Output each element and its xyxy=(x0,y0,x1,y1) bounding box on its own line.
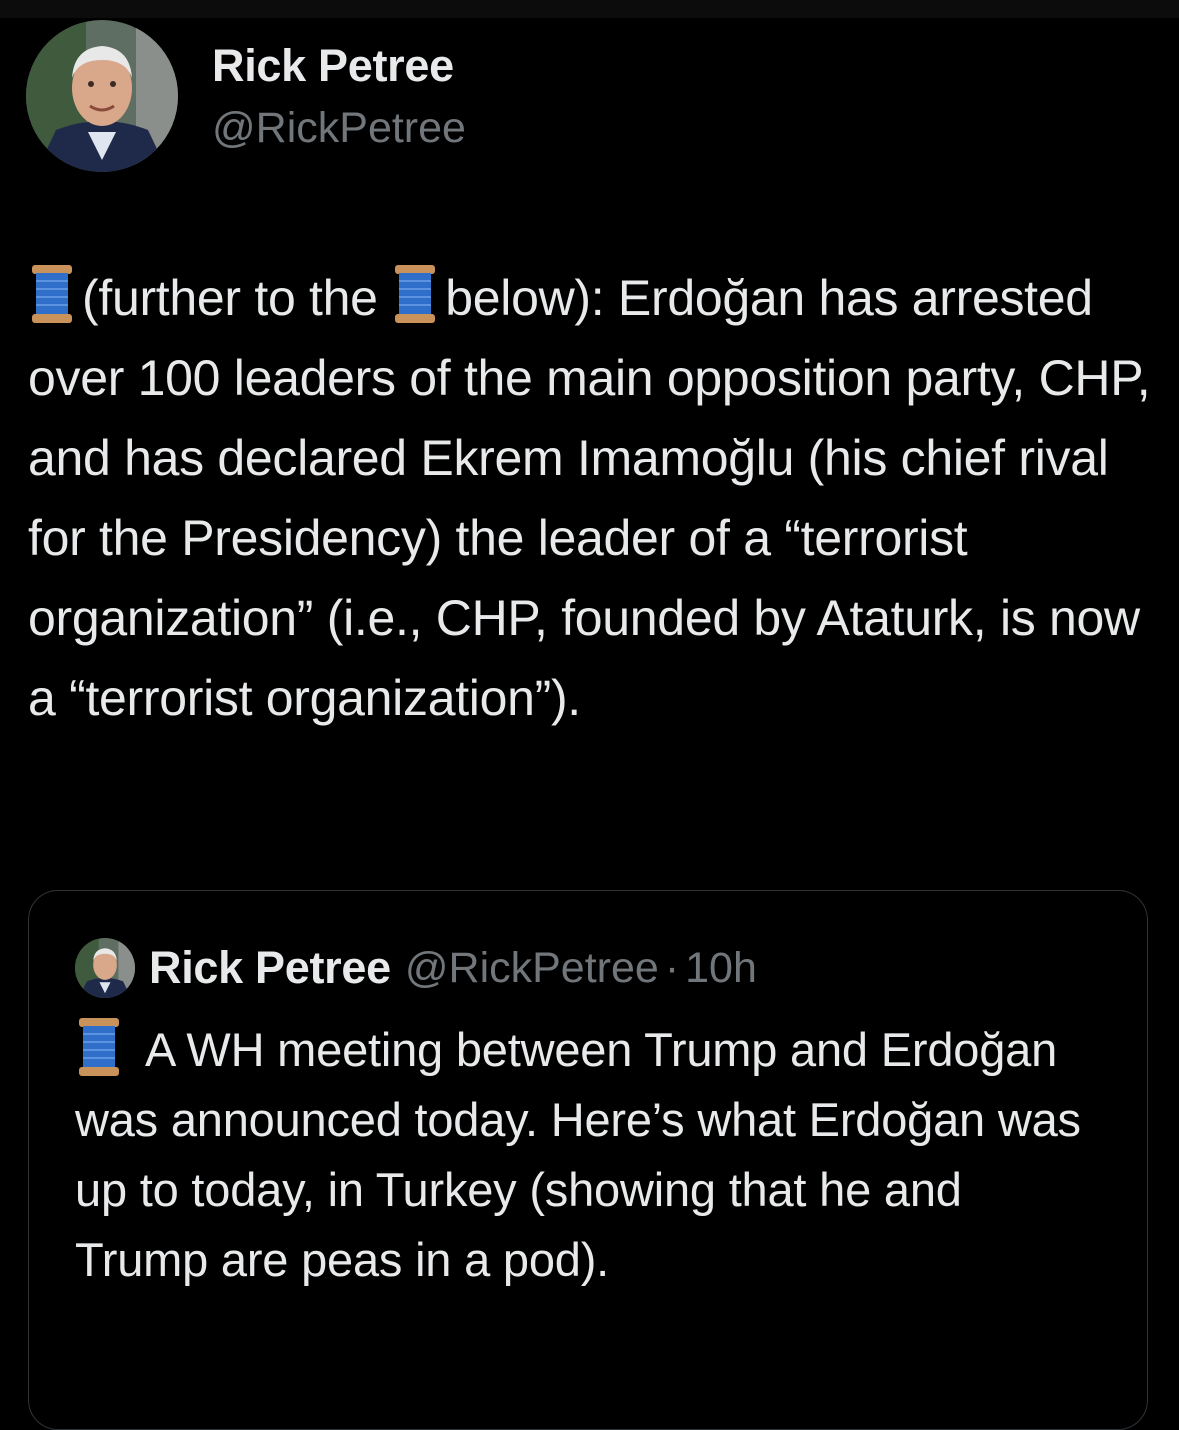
avatar-photo xyxy=(26,20,178,172)
quoted-tweet-text: A WH meeting between Trump and Erdoğan w… xyxy=(75,1023,1081,1286)
tweet-header: Rick Petree @RickPetree xyxy=(26,20,1146,172)
tweet-body: (further to the below): Erdoğan has arre… xyxy=(28,258,1153,738)
quoted-timestamp: 10h xyxy=(685,943,757,992)
quoted-tweet-card[interactable]: Rick Petree @RickPetree · 10h A WH meeti… xyxy=(28,890,1148,1430)
spool-of-thread-icon xyxy=(391,263,439,325)
spool-of-thread-icon xyxy=(28,263,76,325)
quoted-tweet-header: Rick Petree @RickPetree · 10h xyxy=(75,937,757,999)
avatar-photo xyxy=(75,938,135,998)
separator-dot: · xyxy=(664,943,680,992)
tweet-text-part2: below): Erdoğan has arrested over 100 le… xyxy=(28,270,1151,726)
quoted-author-avatar xyxy=(75,938,135,998)
quoted-author-display-name: Rick Petree xyxy=(149,942,391,993)
quoted-author-handle: @RickPetree xyxy=(404,943,659,992)
author-display-name[interactable]: Rick Petree xyxy=(212,38,466,94)
status-bar-strip xyxy=(0,0,1179,18)
author-names: Rick Petree @RickPetree xyxy=(212,38,466,156)
author-avatar[interactable] xyxy=(26,20,178,172)
author-handle[interactable]: @RickPetree xyxy=(212,100,466,156)
quoted-tweet-body: A WH meeting between Trump and Erdoğan w… xyxy=(75,1015,1105,1295)
spool-of-thread-icon xyxy=(75,1016,123,1078)
tweet-text-part1: (further to the xyxy=(82,270,378,326)
